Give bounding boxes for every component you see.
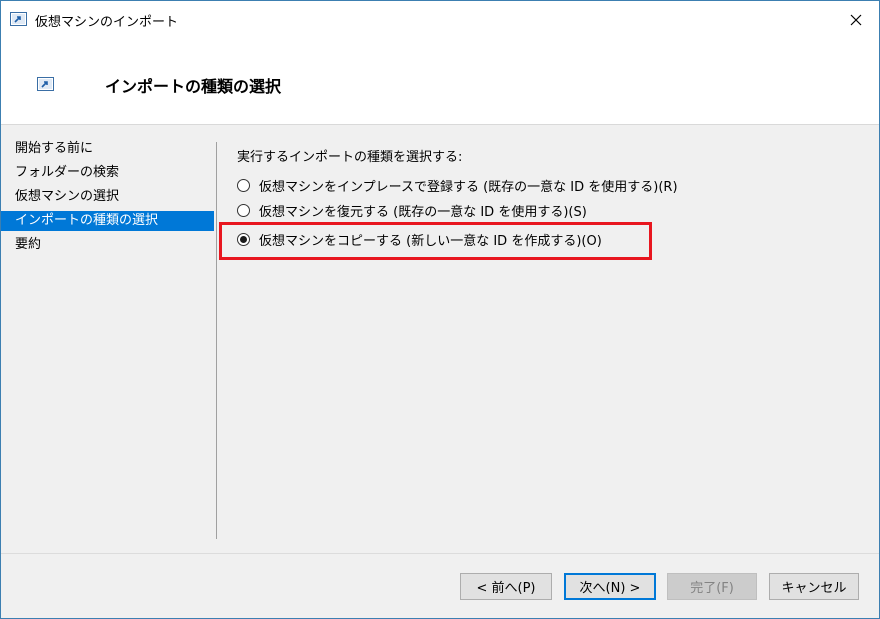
title-bar: 仮想マシンのインポート bbox=[1, 1, 879, 39]
close-icon bbox=[850, 14, 862, 26]
next-button[interactable]: 次へ(N) > bbox=[564, 573, 656, 600]
previous-button[interactable]: < 前へ(P) bbox=[460, 573, 552, 600]
radio-label: 仮想マシンを復元する (既存の一意な ID を使用する)(S) bbox=[259, 204, 587, 220]
radio-dot bbox=[240, 235, 247, 243]
page-title: インポートの種類の選択 bbox=[105, 77, 282, 96]
radio-register-in-place[interactable]: 仮想マシンをインプレースで登録する (既存の一意な ID を使用する)(R) bbox=[237, 175, 678, 195]
nav-item-choose-import-type[interactable]: インポートの種類の選択 bbox=[1, 211, 214, 231]
nav-item-summary[interactable]: 要約 bbox=[1, 235, 214, 255]
wizard-steps-nav: 開始する前に フォルダーの検索 仮想マシンの選択 インポートの種類の選択 要約 bbox=[1, 126, 217, 539]
window-title: 仮想マシンのインポート bbox=[35, 15, 179, 30]
cancel-button[interactable]: キャンセル bbox=[769, 573, 859, 600]
import-type-prompt: 実行するインポートの種類を選択する: bbox=[237, 150, 463, 165]
radio-button[interactable] bbox=[237, 203, 250, 217]
import-vm-icon bbox=[10, 12, 27, 26]
radio-copy[interactable]: 仮想マシンをコピーする (新しい一意な ID を作成する)(O) bbox=[237, 229, 602, 249]
page-header: インポートの種類の選択 bbox=[1, 39, 879, 125]
finish-button[interactable]: 完了(F) bbox=[667, 573, 757, 600]
radio-button[interactable] bbox=[237, 178, 250, 192]
import-vm-dialog: 仮想マシンのインポート インポートの種類の選択 開始する前に フォルダーの検索 … bbox=[0, 0, 880, 619]
close-button[interactable] bbox=[833, 1, 879, 39]
radio-button-selected[interactable] bbox=[237, 232, 250, 246]
header-import-icon bbox=[37, 77, 54, 91]
nav-item-locate-folder[interactable]: フォルダーの検索 bbox=[1, 163, 214, 183]
nav-item-select-vm[interactable]: 仮想マシンの選択 bbox=[1, 187, 214, 207]
nav-item-before-you-begin[interactable]: 開始する前に bbox=[1, 139, 214, 159]
import-type-panel: 実行するインポートの種類を選択する: 仮想マシンをインプレースで登録する (既存… bbox=[217, 126, 879, 539]
footer-divider bbox=[1, 553, 879, 554]
radio-label: 仮想マシンをインプレースで登録する (既存の一意な ID を使用する)(R) bbox=[259, 179, 678, 195]
radio-label: 仮想マシンをコピーする (新しい一意な ID を作成する)(O) bbox=[259, 233, 602, 249]
radio-restore[interactable]: 仮想マシンを復元する (既存の一意な ID を使用する)(S) bbox=[237, 200, 587, 220]
